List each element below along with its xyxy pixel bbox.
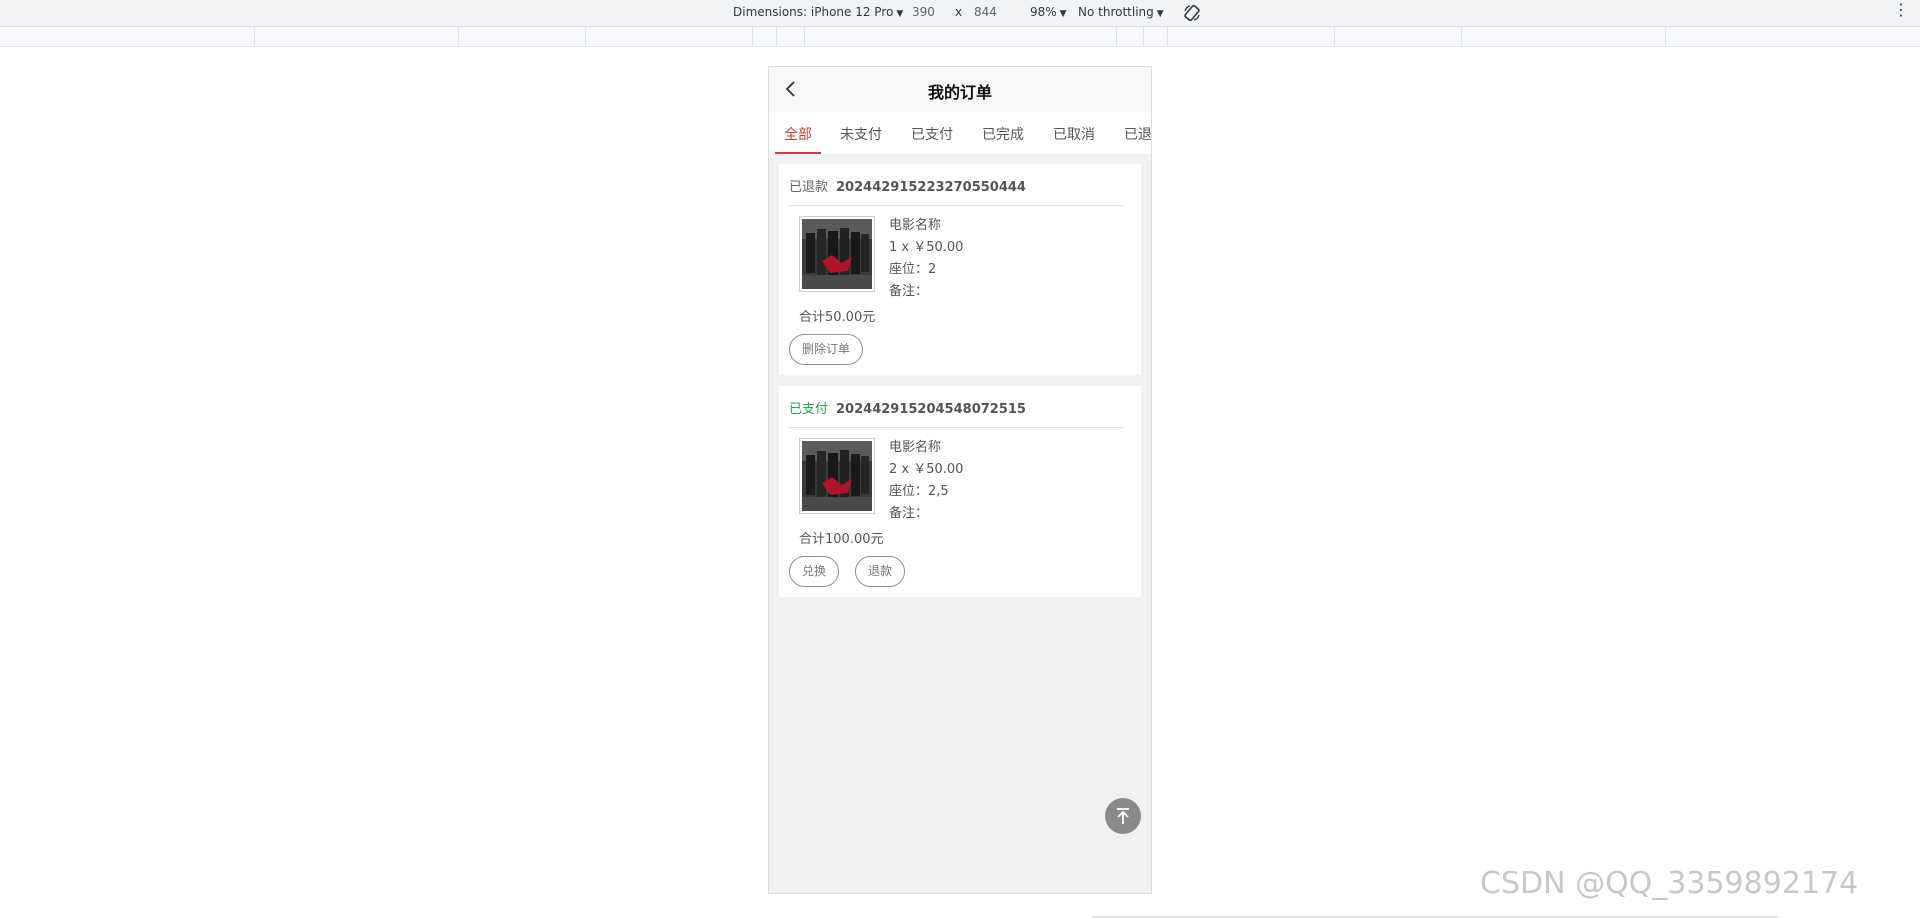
device-viewport: 我的订单 全部 未支付 已支付 已完成 已取消 已退款 已退款 202442915… bbox=[768, 66, 1152, 894]
seat-info: 座位：2,5 bbox=[889, 484, 949, 499]
arrow-up-icon bbox=[1117, 808, 1129, 824]
throttling-selector[interactable]: No throttling ▼ bbox=[1078, 5, 1164, 19]
divider bbox=[789, 427, 1123, 428]
ruler-segment[interactable] bbox=[458, 27, 459, 47]
movie-poster[interactable] bbox=[799, 216, 875, 292]
zoom-label: 98% bbox=[1030, 5, 1057, 19]
redeem-button[interactable]: 兑换 bbox=[789, 556, 840, 587]
quantity-price: 1 x ￥50.00 bbox=[889, 240, 964, 255]
status-badge: 已支付 bbox=[789, 402, 829, 417]
caret-down-icon: ▼ bbox=[896, 9, 904, 19]
movie-name: 电影名称 bbox=[889, 218, 942, 233]
ruler-segment[interactable] bbox=[752, 27, 753, 47]
order-card: 已退款 202442915223270550444 电影名称 1 x ￥50.00… bbox=[779, 164, 1141, 375]
movie-name: 电影名称 bbox=[889, 440, 942, 455]
order-header: 已退款 202442915223270550444 bbox=[789, 176, 1026, 195]
refund-button[interactable]: 退款 bbox=[855, 556, 906, 587]
height-input[interactable]: 844 bbox=[974, 5, 997, 19]
delete-order-button[interactable]: 删除订单 bbox=[789, 334, 864, 365]
ruler-segment[interactable] bbox=[1461, 27, 1462, 47]
ruler-segment[interactable] bbox=[776, 27, 777, 47]
order-number: 202442915223270550444 bbox=[836, 180, 1026, 195]
device-selector[interactable]: Dimensions: iPhone 12 Pro ▼ bbox=[733, 5, 903, 19]
order-tabs: 全部 未支付 已支付 已完成 已取消 已退款 bbox=[769, 112, 1151, 154]
back-to-top-button[interactable] bbox=[1105, 798, 1141, 834]
poster-image bbox=[802, 219, 872, 289]
seat-info: 座位：2 bbox=[889, 262, 937, 277]
zoom-selector[interactable]: 98% ▼ bbox=[1030, 5, 1067, 19]
nav-bar: 我的订单 bbox=[769, 67, 1151, 112]
quantity-price: 2 x ￥50.00 bbox=[889, 462, 964, 477]
caret-down-icon: ▼ bbox=[1059, 9, 1067, 19]
tab-completed[interactable]: 已完成 bbox=[982, 124, 1024, 144]
order-card: 已支付 202442915204548072515 电影名称 2 x ￥50.00… bbox=[779, 386, 1141, 597]
divider bbox=[789, 205, 1123, 206]
ruler-segment[interactable] bbox=[585, 27, 586, 47]
ruler-segment[interactable] bbox=[1167, 27, 1168, 47]
tab-refunded[interactable]: 已退款 bbox=[1124, 124, 1151, 144]
width-input[interactable]: 390 bbox=[912, 5, 935, 19]
tab-paid[interactable]: 已支付 bbox=[911, 124, 953, 144]
media-query-ruler bbox=[0, 27, 1920, 47]
page-title: 我的订单 bbox=[927, 83, 992, 102]
note-info: 备注： bbox=[889, 284, 929, 299]
tab-all[interactable]: 全部 bbox=[784, 124, 812, 144]
note-info: 备注： bbox=[889, 506, 929, 521]
rotate-icon[interactable] bbox=[1182, 3, 1202, 23]
device-selector-label: Dimensions: iPhone 12 Pro bbox=[733, 5, 894, 19]
order-total: 合计100.00元 bbox=[799, 532, 884, 547]
order-info: 电影名称 2 x ￥50.00 座位：2,5 备注： bbox=[889, 440, 963, 528]
order-total: 合计50.00元 bbox=[799, 310, 876, 325]
dimension-separator: x bbox=[955, 5, 963, 19]
active-tab-indicator bbox=[775, 152, 821, 154]
caret-down-icon: ▼ bbox=[1156, 9, 1164, 19]
ruler-segment[interactable] bbox=[1334, 27, 1335, 47]
tab-cancelled[interactable]: 已取消 bbox=[1053, 124, 1095, 144]
ruler-segment[interactable] bbox=[1116, 27, 1117, 47]
more-options-icon[interactable]: ⋮ bbox=[1893, 2, 1909, 18]
ruler-segment[interactable] bbox=[804, 27, 805, 47]
poster-image bbox=[802, 441, 872, 511]
devtools-device-toolbar: Dimensions: iPhone 12 Pro ▼ 390 x 844 98%… bbox=[0, 0, 1920, 27]
order-number: 202442915204548072515 bbox=[836, 402, 1026, 417]
throttling-label: No throttling bbox=[1078, 5, 1154, 19]
watermark: CSDN @QQ_3359892174 bbox=[1480, 866, 1859, 901]
ruler-segment[interactable] bbox=[1665, 27, 1666, 47]
order-info: 电影名称 1 x ￥50.00 座位：2 备注： bbox=[889, 218, 963, 306]
order-header: 已支付 202442915204548072515 bbox=[789, 398, 1026, 417]
tab-unpaid[interactable]: 未支付 bbox=[840, 124, 882, 144]
ruler-segment[interactable] bbox=[254, 27, 255, 47]
movie-poster[interactable] bbox=[799, 438, 875, 514]
status-badge: 已退款 bbox=[789, 180, 829, 195]
ruler-segment[interactable] bbox=[1143, 27, 1144, 47]
